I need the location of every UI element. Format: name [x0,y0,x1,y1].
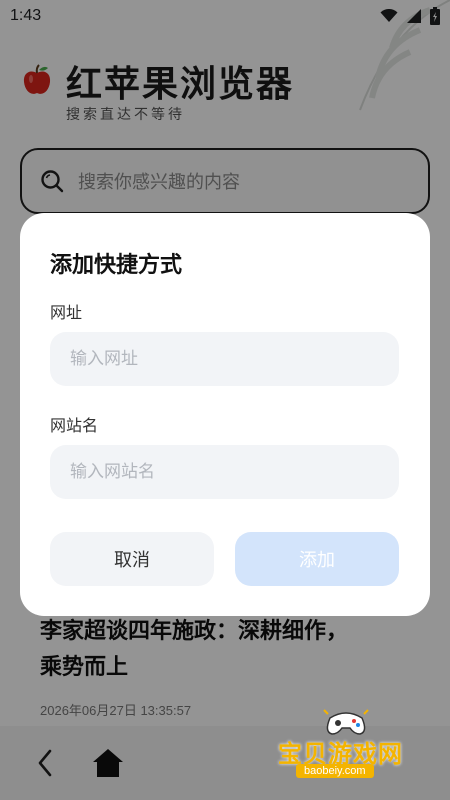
url-label: 网址 [50,303,83,322]
add-button[interactable]: 添加 [235,532,399,586]
site-name-input[interactable] [50,445,399,499]
cancel-button[interactable]: 取消 [50,532,214,586]
site-name-label: 网站名 [50,416,99,435]
watermark-url: baobeiy.com [296,764,374,778]
watermark: 宝贝游戏网 baobeiy.com [270,700,430,790]
add-shortcut-dialog: 添加快捷方式 网址 网站名 取消 添加 [20,213,430,616]
url-input[interactable] [50,332,399,386]
dialog-title: 添加快捷方式 [50,253,183,278]
